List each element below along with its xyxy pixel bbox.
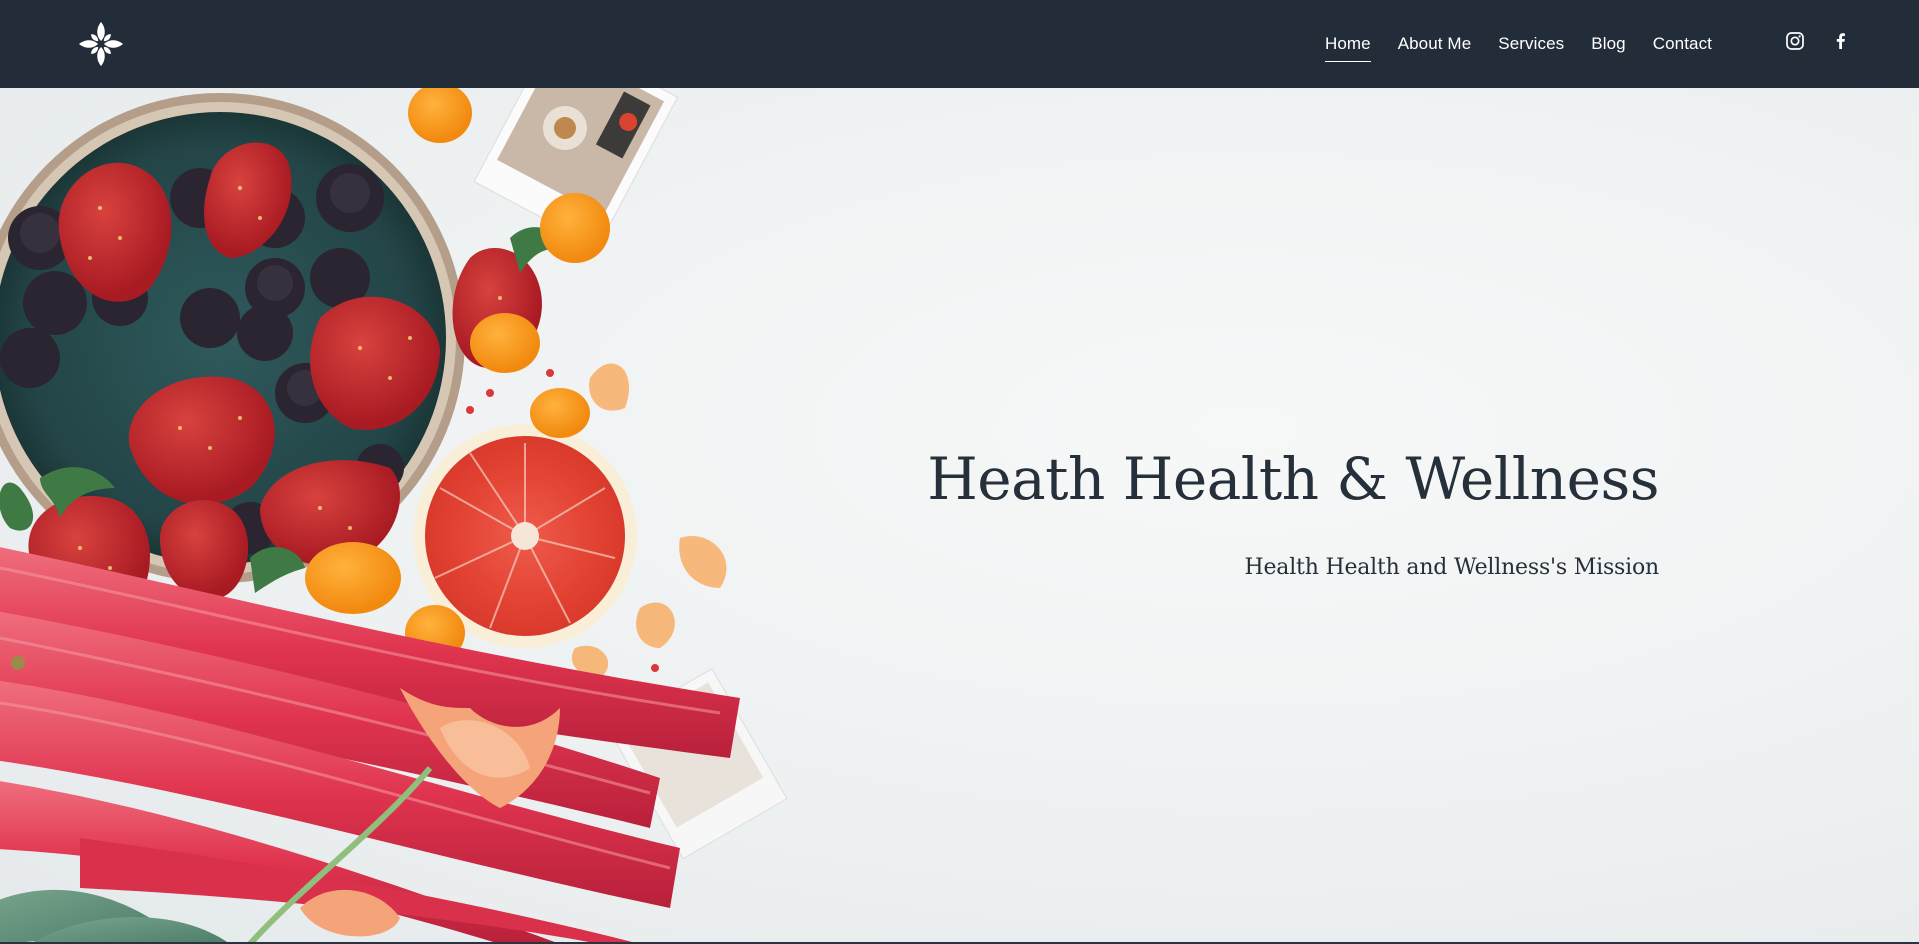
fruit-and-rhubarb-photo bbox=[0, 88, 788, 944]
facebook-icon[interactable] bbox=[1831, 31, 1851, 51]
nav-home-link[interactable]: Home bbox=[1324, 30, 1371, 62]
hero-section: Heath Health & Wellness Health Health an… bbox=[0, 88, 1919, 944]
site-logo[interactable] bbox=[76, 19, 126, 69]
social-links bbox=[1785, 31, 1851, 51]
nav-contact-link[interactable]: Contact bbox=[1653, 30, 1712, 58]
page: Home About Me Services Blog Contact Heat… bbox=[0, 0, 1919, 944]
nav-blog-link[interactable]: Blog bbox=[1591, 30, 1625, 58]
hero-subtitle: Health Health and Wellness's Mission bbox=[1244, 555, 1660, 580]
main-nav: Home About Me Services Blog Contact bbox=[1324, 0, 1712, 88]
instagram-icon[interactable] bbox=[1785, 31, 1805, 51]
site-header: Home About Me Services Blog Contact bbox=[0, 0, 1919, 88]
nav-services-link[interactable]: Services bbox=[1498, 30, 1564, 58]
nav-about-link[interactable]: About Me bbox=[1398, 30, 1472, 58]
hero-title: Heath Health & Wellness bbox=[927, 445, 1659, 513]
flower-icon bbox=[79, 22, 123, 66]
